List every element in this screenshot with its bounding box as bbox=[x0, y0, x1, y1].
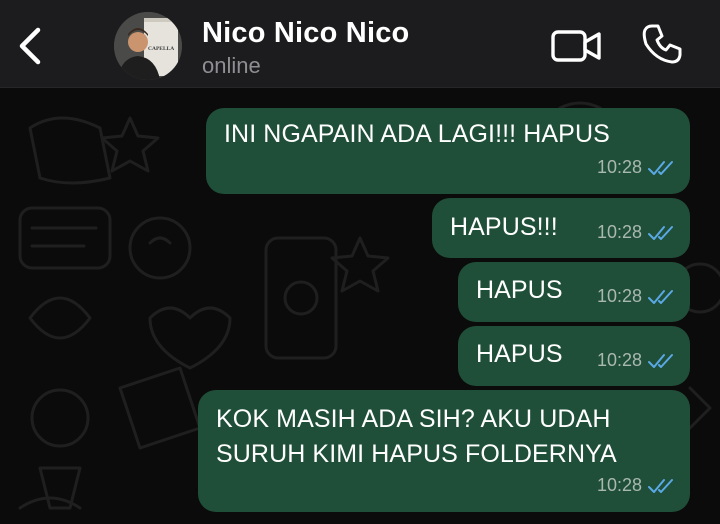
video-camera-icon bbox=[551, 30, 601, 62]
message-time: 10:28 bbox=[596, 475, 642, 495]
message-bubble[interactable]: KOK MASIH ADA SIH? AKU UDAH SURUH KIMI H… bbox=[198, 390, 690, 512]
double-check-icon bbox=[648, 478, 673, 493]
message-bubble[interactable]: HAPUS 10:28 bbox=[458, 262, 690, 322]
message-text: HAPUS!!! bbox=[450, 213, 558, 241]
double-check-icon bbox=[648, 353, 673, 368]
message-bubble[interactable]: HAPUS!!! 10:28 bbox=[432, 198, 690, 258]
contact-status: online bbox=[202, 53, 261, 78]
message-meta: 10:28 bbox=[597, 469, 674, 502]
chevron-left-icon bbox=[19, 27, 41, 65]
message-list[interactable]: INI NGAPAIN ADA LAGI!!! HAPUS 10:28 HAPU… bbox=[0, 88, 720, 524]
message-text: HAPUS bbox=[476, 276, 563, 304]
video-call-button[interactable] bbox=[548, 24, 604, 68]
message-line: KOK MASIH ADA SIH? AKU UDAH bbox=[216, 405, 611, 433]
message-text: HAPUS bbox=[476, 340, 563, 368]
phone-icon bbox=[642, 24, 682, 64]
avatar[interactable]: CAPELLA bbox=[114, 12, 182, 80]
back-button[interactable] bbox=[12, 24, 52, 68]
double-check-icon bbox=[648, 160, 673, 175]
message-time: 10:28 bbox=[596, 286, 642, 306]
message-meta: 10:28 bbox=[597, 216, 674, 249]
message-bubble[interactable]: INI NGAPAIN ADA LAGI!!! HAPUS 10:28 bbox=[206, 108, 690, 194]
message-bubble[interactable]: HAPUS 10:28 bbox=[458, 326, 690, 386]
double-check-icon bbox=[648, 289, 673, 304]
voice-call-button[interactable] bbox=[638, 20, 686, 68]
message-meta: 10:28 bbox=[597, 151, 674, 184]
message-time: 10:28 bbox=[596, 350, 642, 370]
message-meta: 10:28 bbox=[597, 344, 674, 377]
message-line: SURUH KIMI HAPUS FOLDERNYA bbox=[216, 440, 617, 468]
message-text: INI NGAPAIN ADA LAGI!!! HAPUS bbox=[224, 120, 610, 148]
message-time: 10:28 bbox=[596, 222, 642, 242]
double-check-icon bbox=[648, 225, 673, 240]
message-meta: 10:28 bbox=[597, 280, 674, 313]
avatar-sign-text: CAPELLA bbox=[148, 46, 174, 52]
message-time: 10:28 bbox=[596, 157, 642, 177]
contact-name[interactable]: Nico Nico Nico bbox=[202, 17, 409, 50]
contact-photo: CAPELLA bbox=[114, 12, 182, 80]
message-text: KOK MASIH ADA SIH? AKU UDAH SURUH KIMI H… bbox=[216, 402, 617, 472]
chat-header: CAPELLA Nico Nico Nico online bbox=[0, 0, 720, 88]
